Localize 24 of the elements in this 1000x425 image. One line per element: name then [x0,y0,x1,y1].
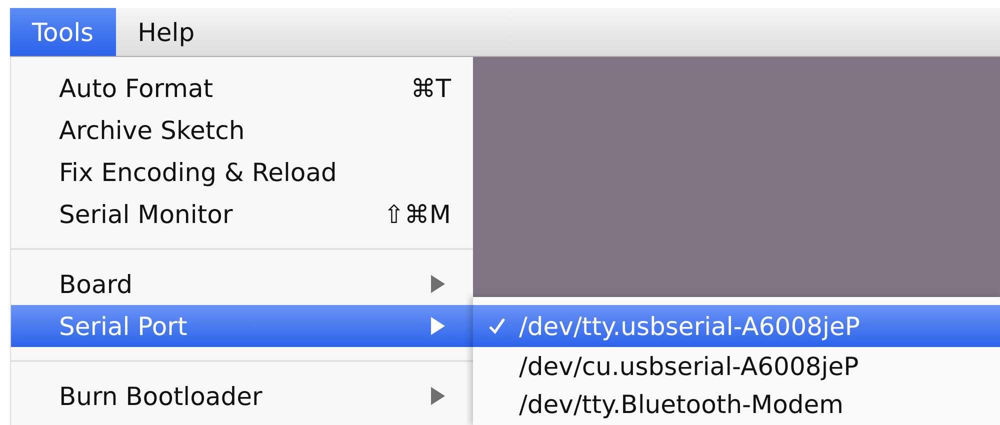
menu-item[interactable]: Burn Bootloader [11,375,473,417]
menu-item[interactable]: /dev/tty.Bluetooth-Modem [473,385,1000,423]
menu-item-label: /dev/tty.Bluetooth-Modem [519,390,844,418]
menu-item[interactable]: /dev/cu.usbserial-A6008jeP [473,347,1000,385]
menu-item-label: Burn Bootloader [59,382,264,410]
menu-item-label: Serial Port [59,312,188,340]
menu-item-label: Board [59,270,134,298]
menu-item[interactable]: Board [11,263,473,305]
shortcut-label: ⌘T [410,74,451,102]
shortcut-label: ⇧⌘M [383,200,451,228]
menu-item-label: Serial Monitor [59,200,234,228]
menu-item[interactable]: Serial Monitor ⇧⌘M [11,193,473,235]
menu-item[interactable]: Auto Format ⌘T [11,67,473,109]
menu-title[interactable]: Help [116,8,217,56]
menu-item[interactable]: Archive Sketch [11,109,473,151]
menu-item-label: /dev/cu.usbserial-A6008jeP [519,352,859,380]
menu-item[interactable]: Fix Encoding & Reload [11,151,473,193]
menu-item-label: /dev/tty.usbserial-A6008jeP [519,312,860,340]
menu-item-label: Archive Sketch [59,116,246,144]
menu-item-label: Auto Format [59,74,214,102]
menu-item[interactable]: Serial Port [11,305,473,347]
menu-title[interactable]: Tools [10,8,116,56]
menu-item[interactable]: /dev/tty.usbserial-A6008jeP [473,305,1000,347]
menu-item-label: Fix Encoding & Reload [59,158,338,186]
